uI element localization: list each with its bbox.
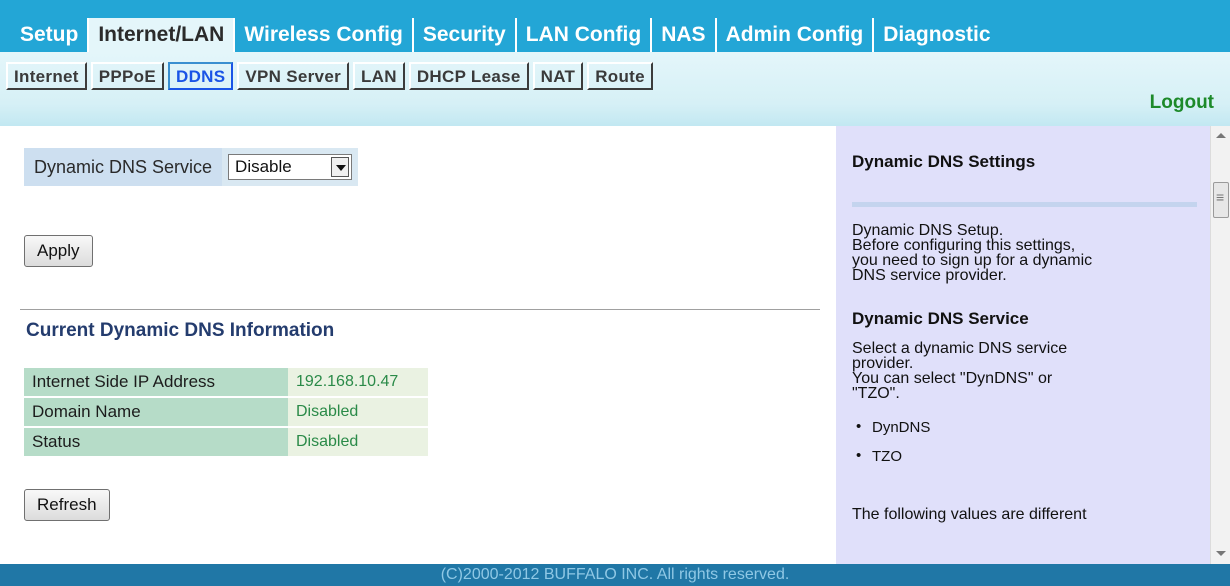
ddns-service-cell: Disable	[222, 148, 359, 186]
info-value: 192.168.10.47	[288, 368, 428, 396]
help-separator	[852, 202, 1197, 207]
subtab-internet[interactable]: Internet	[6, 62, 87, 90]
help-service-line: Select a dynamic DNS service	[852, 340, 1068, 357]
top-navigation: Setup Internet/LAN Wireless Config Secur…	[0, 0, 1230, 52]
help-service-line: "TZO".	[852, 385, 900, 402]
help-panel: Dynamic DNS Settings Dynamic DNS Setup. …	[836, 126, 1210, 564]
help-service-title: Dynamic DNS Service	[852, 309, 1029, 328]
list-item: TZO	[852, 447, 1198, 465]
scroll-up-icon[interactable]	[1215, 130, 1227, 142]
info-value: Disabled	[288, 428, 428, 456]
table-row: Status Disabled	[24, 428, 428, 456]
tab-internet-lan[interactable]: Internet/LAN	[89, 18, 236, 52]
subtab-lan[interactable]: LAN	[353, 62, 405, 90]
help-intro-line: DNS service provider.	[852, 267, 1007, 284]
info-key: Status	[24, 428, 288, 456]
chevron-down-icon[interactable]	[331, 157, 350, 177]
list-item: DynDNS	[852, 418, 1198, 436]
subtab-vpn-server[interactable]: VPN Server	[237, 62, 349, 90]
table-row: Domain Name Disabled	[24, 398, 428, 426]
info-key: Domain Name	[24, 398, 288, 426]
current-info-table: Internet Side IP Address 192.168.10.47 D…	[24, 366, 428, 458]
tab-diagnostic[interactable]: Diagnostic	[874, 18, 999, 52]
footer-copyright: (C)2000-2012 BUFFALO INC. All rights res…	[0, 564, 1230, 586]
subtab-pppoe[interactable]: PPPoE	[90, 62, 164, 90]
help-service-line: You can select "DynDNS" or	[852, 370, 1053, 387]
apply-button[interactable]: Apply	[24, 235, 93, 267]
ddns-service-select[interactable]: Disable	[228, 154, 353, 180]
scroll-down-icon[interactable]	[1215, 548, 1227, 560]
help-intro-line: Dynamic DNS Setup.	[852, 222, 1004, 239]
table-row: Internet Side IP Address 192.168.10.47	[24, 368, 428, 396]
divider	[20, 309, 820, 310]
help-content: Dynamic DNS Settings Dynamic DNS Setup. …	[852, 152, 1198, 523]
tab-admin-config[interactable]: Admin Config	[717, 18, 875, 52]
tab-setup[interactable]: Setup	[14, 18, 90, 52]
tab-wireless-config[interactable]: Wireless Config	[235, 18, 414, 52]
tab-security[interactable]: Security	[414, 18, 517, 52]
refresh-button[interactable]: Refresh	[24, 489, 110, 521]
sub-tabs: Internet PPPoE DDNS VPN Server LAN DHCP …	[6, 62, 657, 90]
subtab-dhcp-lease[interactable]: DHCP Lease	[408, 62, 529, 90]
tab-nas[interactable]: NAS	[652, 18, 717, 52]
ddns-service-label: Dynamic DNS Service	[24, 148, 223, 186]
subtab-nat[interactable]: NAT	[532, 62, 584, 90]
help-options-list: DynDNS TZO	[852, 418, 1198, 465]
help-intro-line: you need to sign up for a dynamic	[852, 252, 1093, 269]
help-scrollbar[interactable]	[1210, 126, 1230, 564]
info-key: Internet Side IP Address	[24, 368, 288, 396]
logout-link[interactable]: Logout	[1150, 92, 1214, 114]
ddns-service-row: Dynamic DNS Service Disable	[24, 148, 359, 186]
help-title: Dynamic DNS Settings	[852, 152, 1036, 171]
help-intro-line: Before configuring this settings,	[852, 237, 1076, 254]
current-info-title: Current Dynamic DNS Information	[26, 320, 335, 341]
tab-lan-config[interactable]: LAN Config	[517, 18, 653, 52]
info-value: Disabled	[288, 398, 428, 426]
ddns-service-selected: Disable	[235, 157, 292, 176]
subtab-route[interactable]: Route	[587, 62, 653, 90]
help-trailing-text: The following values are different	[852, 506, 1087, 523]
main-panel	[0, 126, 822, 564]
subtab-ddns[interactable]: DDNS	[168, 62, 234, 90]
scroll-thumb[interactable]	[1213, 182, 1229, 218]
main-tabs: Setup Internet/LAN Wireless Config Secur…	[14, 18, 1000, 52]
help-service-line: provider.	[852, 355, 914, 372]
